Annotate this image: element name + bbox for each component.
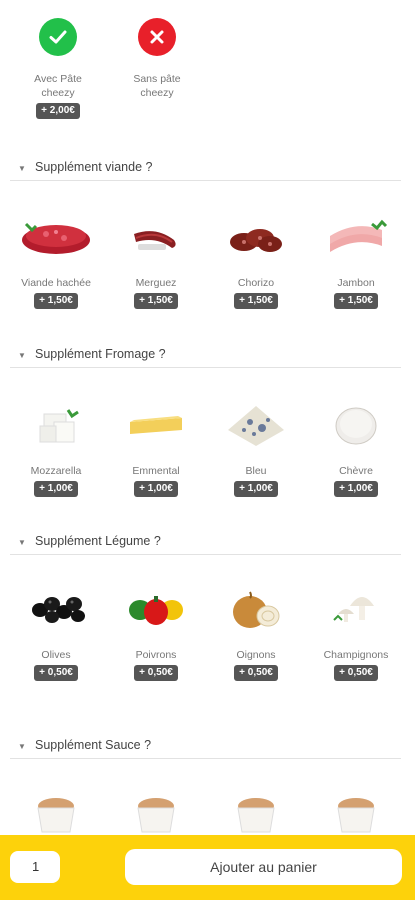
option-sauce[interactable] [106,790,206,835]
emmental-icon [116,400,196,450]
section-items-legume: Olives + 0,50€ Poivrons + 0,50€ Oignons … [0,584,415,694]
pate-options: Avec Pâte cheezy + 2,00€ Sans pâte cheez… [0,18,415,128]
pate-option-avec[interactable]: Avec Pâte cheezy + 2,00€ [18,18,98,119]
section-title: Supplément Sauce ? [35,738,152,752]
bottom-bar: 1 Ajouter au panier [0,835,415,900]
price-badge: + 1,00€ [134,481,178,497]
close-icon [138,18,176,56]
sauce-cup-icon [216,790,296,835]
option-champignons[interactable]: Champignons + 0,50€ [306,584,406,681]
quantity-field[interactable]: 1 [10,851,60,883]
option-sauce[interactable] [306,790,406,835]
price-badge: + 1,50€ [334,293,378,309]
product-options: Avec Pâte cheezy + 2,00€ Sans pâte cheez… [0,0,415,835]
option-name: Oignons [236,649,276,661]
price-badge: + 1,50€ [34,293,78,309]
option-name: Chorizo [237,277,275,289]
sauce-cup-icon [16,790,96,835]
sauce-cup-icon [316,790,396,835]
price-badge: + 1,50€ [134,293,178,309]
option-name: Poivrons [135,649,177,661]
add-to-cart-button[interactable]: Ajouter au panier [125,849,402,885]
pate-label-line2: cheezy [140,87,174,99]
pate-label-line1: Avec Pâte [34,73,82,85]
divider [10,758,401,759]
section-title: Supplément Légume ? [35,534,161,548]
price-badge: + 1,50€ [234,293,278,309]
option-emmental[interactable]: Emmental + 1,00€ [106,400,206,497]
option-name: Mozzarella [30,465,82,477]
section-header-viande[interactable]: ▼ Supplément viande ? [0,154,415,184]
option-oignons[interactable]: Oignons + 0,50€ [206,584,306,681]
section-title: Supplément viande ? [35,160,153,174]
onions-icon [216,584,296,634]
divider [10,554,401,555]
option-name: Emmental [132,465,180,477]
section-items-viande: Viande hachée + 1,50€ Merguez + 1,50€ Ch… [0,212,415,322]
goat-cheese-icon [316,400,396,450]
price-badge: + 1,00€ [234,481,278,497]
price-badge: + 2,00€ [36,103,80,119]
option-name: Viande hachée [21,277,91,289]
price-badge: + 0,50€ [134,665,178,681]
blue-cheese-icon [216,400,296,450]
price-badge: + 0,50€ [334,665,378,681]
mozzarella-icon [16,400,96,450]
peppers-icon [116,584,196,634]
option-merguez[interactable]: Merguez + 1,50€ [106,212,206,309]
check-icon [39,18,77,56]
pate-option-sans[interactable]: Sans pâte cheezy [117,18,197,100]
chevron-down-icon: ▼ [18,538,26,547]
divider [10,180,401,181]
section-title: Supplément Fromage ? [35,347,166,361]
option-name: Bleu [245,465,267,477]
price-badge: + 0,50€ [34,665,78,681]
option-olives[interactable]: Olives + 0,50€ [6,584,106,681]
option-jambon[interactable]: Jambon + 1,50€ [306,212,406,309]
option-sauce[interactable] [6,790,106,835]
option-name: Jambon [337,277,375,289]
chevron-down-icon: ▼ [18,351,26,360]
chevron-down-icon: ▼ [18,742,26,751]
option-viande-hachee[interactable]: Viande hachée + 1,50€ [6,212,106,309]
pate-label-line2: cheezy [41,87,75,99]
option-name: Chèvre [339,465,373,477]
chorizo-icon [216,212,296,262]
section-header-sauce[interactable]: ▼ Supplément Sauce ? [0,732,415,762]
ham-icon [316,212,396,262]
price-badge: + 1,00€ [334,481,378,497]
option-bleu[interactable]: Bleu + 1,00€ [206,400,306,497]
pate-label-line1: Sans pâte [133,73,181,85]
option-name: Merguez [135,277,177,289]
option-name: Champignons [323,649,389,661]
chevron-down-icon: ▼ [18,164,26,173]
section-items-sauce [0,790,415,835]
option-poivrons[interactable]: Poivrons + 0,50€ [106,584,206,681]
option-mozzarella[interactable]: Mozzarella + 1,00€ [6,400,106,497]
option-name: Olives [41,649,71,661]
section-items-fromage: Mozzarella + 1,00€ Emmental + 1,00€ Bleu… [0,400,415,510]
sauce-cup-icon [116,790,196,835]
olives-icon [16,584,96,634]
option-chorizo[interactable]: Chorizo + 1,50€ [206,212,306,309]
option-chevre[interactable]: Chèvre + 1,00€ [306,400,406,497]
mushrooms-icon [316,584,396,634]
divider [10,367,401,368]
section-header-legume[interactable]: ▼ Supplément Légume ? [0,528,415,558]
price-badge: + 1,00€ [34,481,78,497]
option-sauce[interactable] [206,790,306,835]
section-header-fromage[interactable]: ▼ Supplément Fromage ? [0,341,415,371]
merguez-icon [116,212,196,262]
price-badge: + 0,50€ [234,665,278,681]
ground-beef-icon [16,212,96,262]
